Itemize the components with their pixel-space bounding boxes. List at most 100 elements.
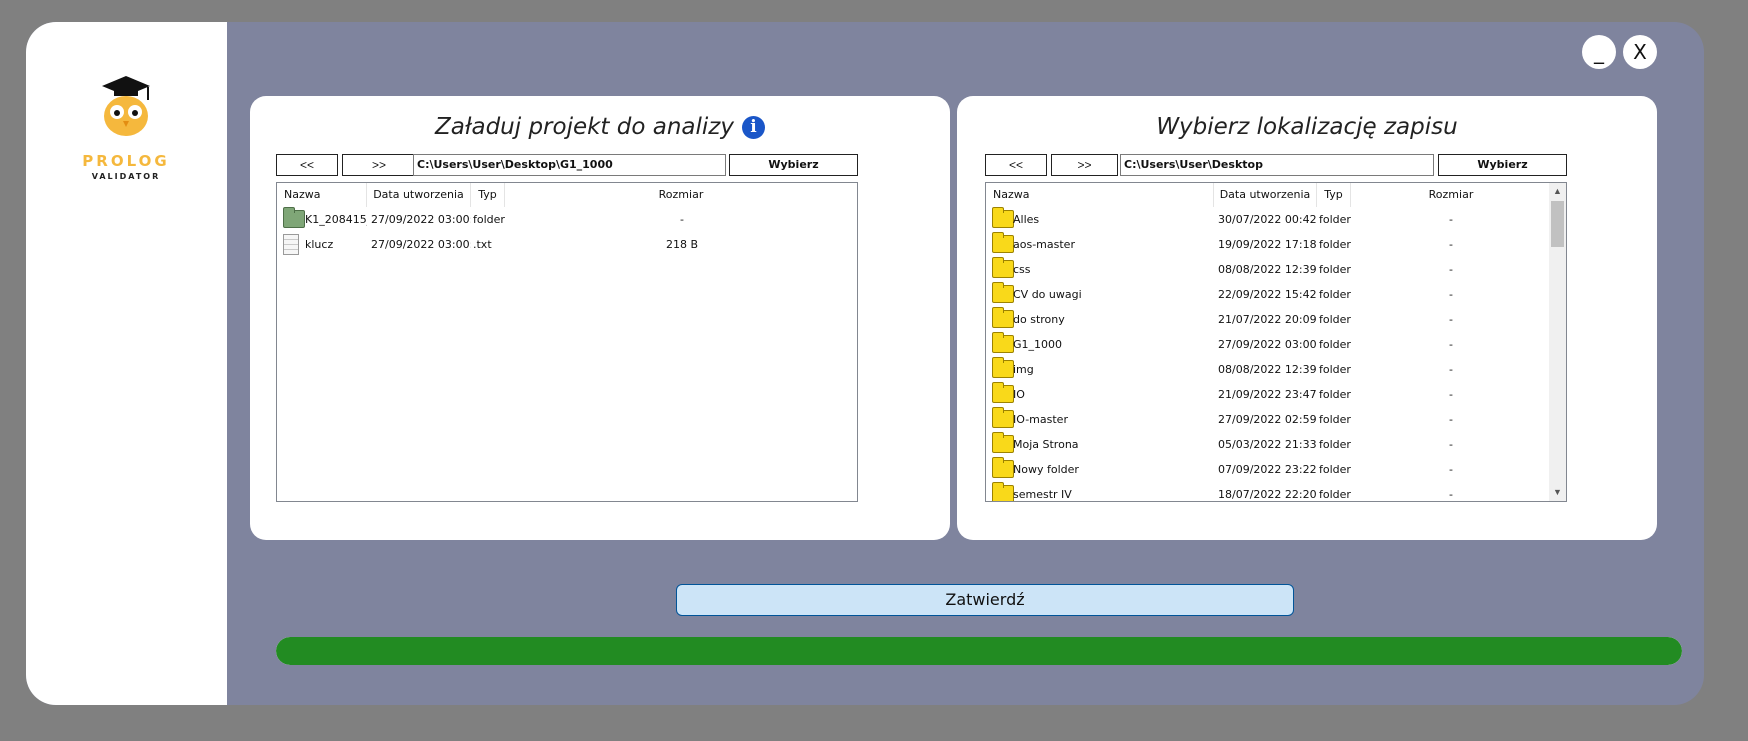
item-size: - <box>1449 413 1453 426</box>
load-project-panel: Załaduj projekt do analizy i << >> C:\Use… <box>250 96 950 540</box>
list-item[interactable]: semestr IV 18/07/2022 22:20:35folder - <box>986 482 1566 501</box>
item-name: klucz <box>305 238 334 251</box>
column-header-name[interactable]: Nazwa <box>986 183 1214 207</box>
list-item[interactable]: aos-master 19/09/2022 17:18:30folder - <box>986 232 1566 257</box>
back-button[interactable]: << <box>985 154 1047 176</box>
panel-title: Załaduj projekt do analizy i <box>250 114 950 140</box>
list-item[interactable]: Moja Strona 05/03/2022 21:33:35folder - <box>986 432 1566 457</box>
folder-yellow-icon <box>992 407 1014 428</box>
list-item[interactable]: Alles 30/07/2022 00:42:09folder - <box>986 207 1566 232</box>
folder-yellow-icon <box>992 257 1014 278</box>
logo: PROLOG VALIDATOR <box>78 72 174 181</box>
path-input[interactable]: C:\Users\User\Desktop\G1_1000 <box>413 154 726 176</box>
logo-subtitle: VALIDATOR <box>91 172 161 181</box>
item-name: Alles <box>1013 213 1040 226</box>
item-size: - <box>1449 288 1453 301</box>
item-date: 21/09/2022 23:47:24 <box>1218 388 1317 401</box>
scroll-down-icon[interactable]: ▼ <box>1549 484 1566 501</box>
column-header-type[interactable]: Typ <box>471 183 505 207</box>
item-type: folder <box>1319 438 1351 451</box>
column-header-size[interactable]: Rozmiar <box>1351 183 1551 207</box>
forward-button[interactable]: >> <box>1051 154 1118 176</box>
item-date: 19/09/2022 17:18:30 <box>1218 238 1317 251</box>
list-item[interactable]: K1_208415_1 27/09/2022 03:00:41folder - <box>277 207 857 232</box>
item-type: folder <box>473 213 505 226</box>
item-size: - <box>1449 238 1453 251</box>
item-date: 07/09/2022 23:22:07 <box>1218 463 1317 476</box>
folder-yellow-icon <box>992 457 1014 478</box>
folder-list[interactable]: Nazwa Data utworzenia Typ Rozmiar Alles 3… <box>985 182 1567 502</box>
back-button[interactable]: << <box>276 154 338 176</box>
item-size: - <box>1449 488 1453 501</box>
item-type: folder <box>1319 213 1351 226</box>
folder-yellow-icon <box>992 357 1014 378</box>
item-name: K1_208415_1 <box>305 213 367 226</box>
list-item[interactable]: IO-master 27/09/2022 02:59:29folder - <box>986 407 1566 432</box>
column-header-date[interactable]: Data utworzenia <box>1214 183 1317 207</box>
item-name: CV do uwagi <box>1013 288 1082 301</box>
vertical-scrollbar[interactable]: ▲ ▼ <box>1549 183 1566 501</box>
item-type: folder <box>1319 288 1351 301</box>
list-header: Nazwa Data utworzenia Typ Rozmiar <box>986 183 1566 207</box>
save-location-title: Wybierz lokalizację zapisu <box>1156 114 1458 140</box>
scroll-up-icon[interactable]: ▲ <box>1549 183 1566 200</box>
item-size: - <box>1449 338 1453 351</box>
column-header-name[interactable]: Nazwa <box>277 183 367 207</box>
list-item[interactable]: G1_1000 27/09/2022 03:00:41folder - <box>986 332 1566 357</box>
progress-fill <box>276 637 1682 665</box>
folder-yellow-icon <box>992 432 1014 453</box>
item-type: folder <box>1319 413 1351 426</box>
item-size: - <box>1449 263 1453 276</box>
scroll-thumb[interactable] <box>1551 201 1564 247</box>
path-input[interactable]: C:\Users\User\Desktop <box>1120 154 1434 176</box>
list-header: Nazwa Data utworzenia Typ Rozmiar <box>277 183 857 207</box>
choose-button[interactable]: Wybierz <box>1438 154 1567 176</box>
item-date: 30/07/2022 00:42:09 <box>1218 213 1317 226</box>
logo-title: PROLOG <box>82 152 170 170</box>
item-name: css <box>1013 263 1031 276</box>
item-name: G1_1000 <box>1013 338 1063 351</box>
list-item[interactable]: CV do uwagi 22/09/2022 15:42:40folder - <box>986 282 1566 307</box>
item-type: folder <box>1319 313 1351 326</box>
item-size: - <box>1449 213 1453 226</box>
progress-bar <box>276 637 1682 665</box>
list-item[interactable]: IO 21/09/2022 23:47:24folder - <box>986 382 1566 407</box>
choose-button[interactable]: Wybierz <box>729 154 858 176</box>
list-item[interactable]: do strony 21/07/2022 20:09:06folder - <box>986 307 1566 332</box>
info-icon[interactable]: i <box>741 116 765 139</box>
column-header-size[interactable]: Rozmiar <box>505 183 857 207</box>
folder-yellow-icon <box>992 282 1014 303</box>
column-header-type[interactable]: Typ <box>1317 183 1351 207</box>
load-project-title: Załaduj projekt do analizy <box>435 114 734 140</box>
item-date: 27/09/2022 03:00:41 <box>371 213 471 226</box>
item-name: IO <box>1013 388 1025 401</box>
item-type: folder <box>1319 463 1351 476</box>
confirm-button[interactable]: Zatwierdź <box>676 584 1294 616</box>
folder-yellow-icon <box>992 382 1014 403</box>
close-button[interactable]: X <box>1623 35 1657 69</box>
item-size: - <box>1449 388 1453 401</box>
column-header-date[interactable]: Data utworzenia <box>367 183 471 207</box>
save-location-panel: Wybierz lokalizację zapisu << >> C:\User… <box>957 96 1657 540</box>
folder-yellow-icon <box>992 207 1014 228</box>
folder-yellow-icon <box>992 232 1014 253</box>
list-item[interactable]: klucz 27/09/2022 03:00:41.txt 218 B <box>277 232 857 257</box>
item-date: 08/08/2022 12:39:01 <box>1218 263 1317 276</box>
item-date: 08/08/2022 12:39:01 <box>1218 363 1317 376</box>
folder-yellow-icon <box>992 332 1014 353</box>
list-item[interactable]: img 08/08/2022 12:39:01folder - <box>986 357 1566 382</box>
item-date: 21/07/2022 20:09:06 <box>1218 313 1317 326</box>
list-item[interactable]: css 08/08/2022 12:39:01folder - <box>986 257 1566 282</box>
item-name: img <box>1013 363 1034 376</box>
item-size: - <box>1449 313 1453 326</box>
file-list[interactable]: Nazwa Data utworzenia Typ Rozmiar K1_208… <box>276 182 858 502</box>
item-type: .txt <box>473 238 492 251</box>
folder-yellow-icon <box>992 482 1014 501</box>
item-type: folder <box>1319 238 1351 251</box>
forward-button[interactable]: >> <box>342 154 416 176</box>
item-name: aos-master <box>1013 238 1075 251</box>
list-item[interactable]: Nowy folder 07/09/2022 23:22:07folder - <box>986 457 1566 482</box>
item-date: 22/09/2022 15:42:40 <box>1218 288 1317 301</box>
minimize-button[interactable]: _ <box>1582 35 1616 69</box>
item-size: - <box>1449 463 1453 476</box>
